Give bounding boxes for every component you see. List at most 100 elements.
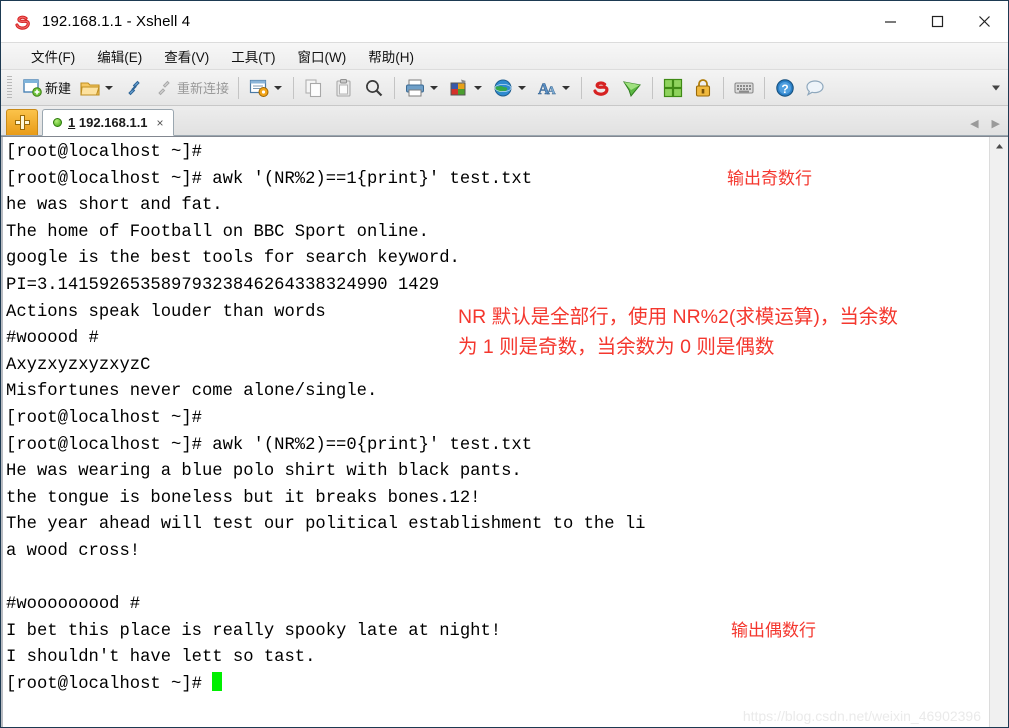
connect-icon xyxy=(123,77,145,99)
menu-edit[interactable]: 编辑(E) xyxy=(87,43,152,69)
font-dropdown-caret[interactable] xyxy=(562,85,571,90)
terminal-line: [root@localhost ~]# xyxy=(6,143,202,162)
toolbar-separator xyxy=(581,76,583,99)
tab-nav-prev-icon[interactable]: ◀ xyxy=(970,117,978,130)
menu-bar: 文件(F) 编辑(E) 查看(V) 工具(T) 窗口(W) 帮助(H) xyxy=(1,42,1008,70)
menu-file[interactable]: 文件(F) xyxy=(21,43,85,69)
maximize-button[interactable] xyxy=(914,1,961,42)
keyboard-button[interactable] xyxy=(730,74,758,102)
toolbar-separator xyxy=(293,76,295,99)
xshell-button[interactable] xyxy=(588,74,616,102)
menu-window[interactable]: 窗口(W) xyxy=(288,43,357,69)
toolbar-separator xyxy=(764,76,766,99)
connection-status-icon xyxy=(53,118,62,127)
window-title: 192.168.1.1 - Xshell 4 xyxy=(42,13,191,30)
block-cursor xyxy=(212,671,223,691)
new-session-button[interactable]: 新建 xyxy=(18,74,74,102)
menu-view[interactable]: 查看(V) xyxy=(154,43,219,69)
terminal-line: He was wearing a blue polo shirt with bl… xyxy=(6,462,522,482)
help-button[interactable]: ? xyxy=(771,74,799,102)
reconnect-label: 重新连接 xyxy=(177,81,230,96)
terminal-line: [root@localhost ~]# awk '(NR%2)==1{print… xyxy=(6,169,533,189)
copy-icon xyxy=(303,77,325,99)
font-button[interactable]: A A xyxy=(533,74,575,102)
find-button[interactable] xyxy=(360,74,388,102)
print-button[interactable] xyxy=(401,74,443,102)
copy-button[interactable] xyxy=(300,74,328,102)
terminal-scrollbar[interactable] xyxy=(989,137,1008,727)
color-scheme-button[interactable] xyxy=(445,74,487,102)
xshell-window: 192.168.1.1 - Xshell 4 文件(F) 编辑(E) 查看(V)… xyxy=(0,0,1009,728)
terminal-line: I bet this place is really spooky late a… xyxy=(6,621,502,641)
minimize-button[interactable] xyxy=(867,1,914,42)
annotation-even-rows: 输出偶数行 xyxy=(731,621,816,640)
session-properties-icon xyxy=(248,77,270,99)
arrange-button[interactable] xyxy=(659,74,687,102)
xftp-icon xyxy=(621,77,643,99)
terminal-line: I shouldn't have lett so tast. xyxy=(6,648,316,668)
lock-icon xyxy=(692,77,714,99)
open-session-button[interactable] xyxy=(76,74,118,102)
terminal-line: google is the best tools for search keyw… xyxy=(6,249,460,269)
terminal-line: PI=3.14159265358979323846264338324990 14… xyxy=(6,275,440,295)
menu-tools[interactable]: 工具(T) xyxy=(221,43,285,69)
xshell-app-icon xyxy=(13,12,33,32)
terminal-line: The year ahead will test our political e… xyxy=(6,515,646,535)
terminal-line: #wooooooood # xyxy=(6,595,141,615)
open-dropdown-caret[interactable] xyxy=(105,85,114,90)
tab-nav-next-icon[interactable]: ▶ xyxy=(992,117,1000,130)
close-button[interactable] xyxy=(961,1,1008,42)
svg-text:?: ? xyxy=(781,82,788,96)
toolbar-separator xyxy=(394,76,396,99)
title-bar: 192.168.1.1 - Xshell 4 xyxy=(1,1,1008,42)
paste-icon xyxy=(333,77,355,99)
annotation-nr-explain-line2: 为 1 则是奇数，当余数为 0 则是偶数 xyxy=(458,336,775,358)
properties-dropdown-caret[interactable] xyxy=(274,85,283,90)
color-scheme-dropdown-caret[interactable] xyxy=(474,85,483,90)
xshell-icon xyxy=(591,77,613,99)
reconnect-button[interactable]: 重新连接 xyxy=(150,74,232,102)
toolbar-separator xyxy=(238,76,240,99)
chat-button[interactable] xyxy=(801,74,829,102)
globe-button[interactable] xyxy=(489,74,531,102)
terminal-line: [root@localhost ~]# awk '(NR%2)==0{print… xyxy=(6,435,533,455)
session-properties-button[interactable] xyxy=(245,74,287,102)
toolbar: 新建 重新连接 A A ? xyxy=(1,70,1008,106)
toolbar-separator xyxy=(723,76,725,99)
menu-help[interactable]: 帮助(H) xyxy=(358,43,424,69)
annotation-nr-explain-line1: NR 默认是全部行，使用 NR%2(求模运算)，当余数 xyxy=(458,306,898,328)
terminal-line: The home of Football on BBC Sport online… xyxy=(6,222,429,242)
tab-label: 1 192.168.1.1 xyxy=(68,115,148,130)
scroll-up-arrow-icon[interactable] xyxy=(990,137,1008,155)
tab-number: 1 xyxy=(68,115,76,130)
print-icon xyxy=(404,77,426,99)
arrange-icon xyxy=(662,77,684,99)
terminal-output[interactable]: [root@localhost ~]# [root@localhost ~]# … xyxy=(1,137,989,727)
paste-button[interactable] xyxy=(330,74,358,102)
toolbar-separator xyxy=(652,76,654,99)
open-folder-icon xyxy=(79,77,101,99)
globe-dropdown-caret[interactable] xyxy=(518,85,527,90)
tab-close-icon[interactable]: × xyxy=(157,117,164,129)
print-dropdown-caret[interactable] xyxy=(430,85,439,90)
annotation-odd-rows: 输出奇数行 xyxy=(727,169,812,188)
terminal-prompt: [root@localhost ~]# xyxy=(6,674,213,694)
session-tab[interactable]: 1 192.168.1.1 × xyxy=(42,109,174,136)
new-tab-button[interactable] xyxy=(6,109,38,135)
lock-button[interactable] xyxy=(689,74,717,102)
xftp-button[interactable] xyxy=(618,74,646,102)
disconnect-icon xyxy=(153,77,175,99)
terminal-line: [root@localhost ~]# xyxy=(6,408,202,428)
connect-button[interactable] xyxy=(120,74,148,102)
new-session-label: 新建 xyxy=(45,81,72,96)
toolbar-grip[interactable] xyxy=(7,75,12,100)
plus-icon-vertical xyxy=(20,115,25,130)
toolbar-overflow-caret[interactable] xyxy=(992,85,1000,90)
window-controls xyxy=(867,1,1008,42)
font-icon: A A xyxy=(536,77,558,99)
watermark: https://blog.csdn.net/weixin_46902396 xyxy=(742,708,981,724)
terminal-line: he was short and fat. xyxy=(6,196,223,216)
globe-icon xyxy=(492,77,514,99)
terminal-line: Misfortunes never come alone/single. xyxy=(6,382,378,402)
scrollbar-track[interactable] xyxy=(990,155,1008,727)
